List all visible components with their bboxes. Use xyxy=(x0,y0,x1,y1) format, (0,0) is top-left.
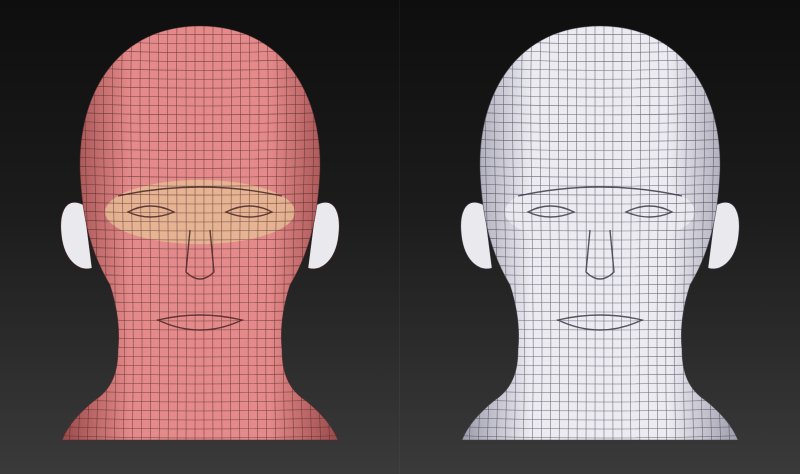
right-head-viewport[interactable] xyxy=(400,0,800,474)
eye-mask-region xyxy=(105,180,295,244)
viewport-canvas[interactable] xyxy=(0,0,800,474)
left-head-viewport[interactable] xyxy=(0,0,400,474)
head-mesh-render xyxy=(460,25,740,441)
eye-mask-region xyxy=(505,180,695,244)
head-mesh-render xyxy=(60,25,340,441)
